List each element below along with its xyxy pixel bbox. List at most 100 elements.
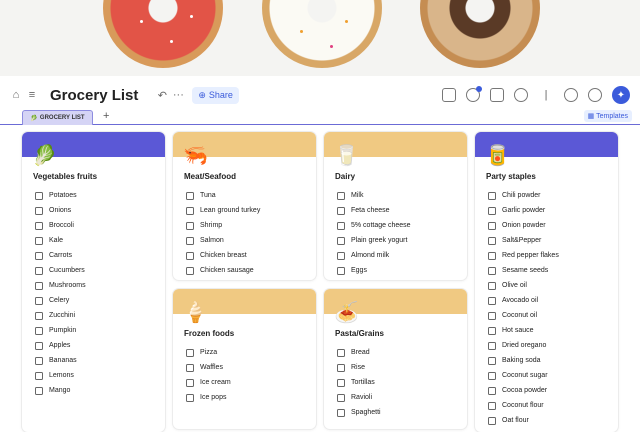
card-title: Frozen foods	[184, 329, 235, 338]
sprinkle	[330, 45, 333, 48]
item-label: Pumpkin	[49, 327, 77, 334]
item-label: Kale	[49, 237, 64, 244]
templates-button[interactable]: ▦ Templates	[583, 110, 632, 122]
share-label: Share	[208, 90, 233, 100]
undo-icon[interactable]: ↶	[154, 87, 170, 103]
share-button[interactable]: ⊕ Share	[192, 86, 239, 104]
item-label: Plain greek yogurt	[351, 237, 408, 244]
item-checkbox[interactable]	[35, 341, 43, 350]
checklist-item: Mushrooms	[35, 278, 86, 293]
item-label: Almond milk	[351, 252, 390, 259]
checklist-item: Feta cheese	[337, 203, 411, 218]
item-checkbox[interactable]	[488, 326, 496, 335]
item-checkbox[interactable]	[488, 206, 496, 215]
item-checkbox[interactable]	[186, 393, 194, 402]
item-checkbox[interactable]	[186, 363, 194, 372]
item-checkbox[interactable]	[488, 341, 496, 350]
search-icon[interactable]	[564, 88, 578, 102]
item-checkbox[interactable]	[488, 311, 496, 320]
item-checkbox[interactable]	[488, 371, 496, 380]
item-checkbox[interactable]	[488, 296, 496, 305]
calendar-icon[interactable]	[490, 88, 504, 102]
checklist-item: Carrots	[35, 248, 86, 263]
item-label: Olive oil	[502, 282, 527, 289]
item-label: Salmon	[200, 237, 224, 244]
item-checkbox[interactable]	[488, 266, 496, 275]
item-checkbox[interactable]	[337, 348, 345, 357]
item-checkbox[interactable]	[186, 221, 194, 230]
item-label: 5% cottage cheese	[351, 222, 411, 229]
item-checkbox[interactable]	[337, 221, 345, 230]
item-checkbox[interactable]	[35, 236, 43, 245]
item-checkbox[interactable]	[337, 206, 345, 215]
item-checkbox[interactable]	[488, 251, 496, 260]
checklist: Bread Rise Tortillas Ravioli Spaghetti	[337, 345, 381, 420]
item-checkbox[interactable]	[35, 266, 43, 275]
checklist-item: Kale	[35, 233, 86, 248]
header-banner	[0, 0, 640, 76]
item-checkbox[interactable]	[337, 191, 345, 200]
item-label: Oat flour	[502, 417, 529, 424]
item-checkbox[interactable]	[337, 236, 345, 245]
item-checkbox[interactable]	[488, 356, 496, 365]
item-checkbox[interactable]	[186, 266, 194, 275]
menu-icon[interactable]: ≡	[24, 87, 40, 103]
item-checkbox[interactable]	[186, 348, 194, 357]
item-checkbox[interactable]	[488, 191, 496, 200]
item-label: Broccoli	[49, 222, 74, 229]
checklist: Chili powder Garlic powder Onion powder Sal…	[488, 188, 559, 428]
ai-assistant-icon[interactable]: ✦	[612, 86, 630, 104]
item-checkbox[interactable]	[337, 393, 345, 402]
document-icon[interactable]	[442, 88, 456, 102]
sprinkle	[170, 40, 173, 43]
item-checkbox[interactable]	[35, 311, 43, 320]
item-checkbox[interactable]	[35, 281, 43, 290]
item-checkbox[interactable]	[186, 378, 194, 387]
item-checkbox[interactable]	[35, 386, 43, 395]
item-checkbox[interactable]	[186, 251, 194, 260]
item-checkbox[interactable]	[337, 266, 345, 275]
tab-grocery-list[interactable]: 🥬 GROCERY LIST	[22, 110, 93, 125]
item-checkbox[interactable]	[35, 296, 43, 305]
item-checkbox[interactable]	[488, 416, 496, 425]
item-checkbox[interactable]	[337, 408, 345, 417]
toolbar-right-icons: | ✦	[442, 80, 630, 110]
item-checkbox[interactable]	[35, 251, 43, 260]
item-checkbox[interactable]	[337, 378, 345, 387]
item-checkbox[interactable]	[186, 206, 194, 215]
activity-icon[interactable]	[466, 86, 482, 102]
item-checkbox[interactable]	[488, 221, 496, 230]
white-donut-image	[262, 0, 382, 68]
item-checkbox[interactable]	[488, 401, 496, 410]
item-checkbox[interactable]	[35, 191, 43, 200]
add-tab-button[interactable]: +	[103, 110, 109, 123]
item-label: Rise	[351, 364, 366, 371]
item-checkbox[interactable]	[35, 371, 43, 380]
card-vegetables: 🥬 Vegetables fruits Potatoes Onions Brocco…	[22, 132, 165, 432]
item-checkbox[interactable]	[337, 363, 345, 372]
item-checkbox[interactable]	[35, 221, 43, 230]
item-label: Waffles	[200, 364, 223, 371]
home-icon[interactable]: ⌂	[8, 87, 24, 103]
item-checkbox[interactable]	[488, 281, 496, 290]
more-icon[interactable]: ···	[170, 87, 186, 103]
item-checkbox[interactable]	[35, 326, 43, 335]
item-checkbox[interactable]	[337, 251, 345, 260]
checklist-item: Garlic powder	[488, 203, 559, 218]
checklist-item: Ravioli	[337, 390, 381, 405]
item-label: Spaghetti	[351, 409, 381, 416]
sprinkle	[300, 30, 303, 33]
item-checkbox[interactable]	[488, 236, 496, 245]
help-icon[interactable]	[588, 88, 602, 102]
item-label: Coconut flour	[502, 402, 544, 409]
checklist-item: Coconut oil	[488, 308, 559, 323]
item-checkbox[interactable]	[186, 191, 194, 200]
item-checkbox[interactable]	[488, 386, 496, 395]
item-label: Chicken sausage	[200, 267, 254, 274]
card-dairy: 🥛 Dairy Milk Feta cheese 5% cottage cheese…	[324, 132, 467, 280]
item-checkbox[interactable]	[35, 356, 43, 365]
item-checkbox[interactable]	[186, 236, 194, 245]
item-checkbox[interactable]	[35, 206, 43, 215]
checklist-item: Tuna	[186, 188, 260, 203]
bell-icon[interactable]	[514, 88, 528, 102]
